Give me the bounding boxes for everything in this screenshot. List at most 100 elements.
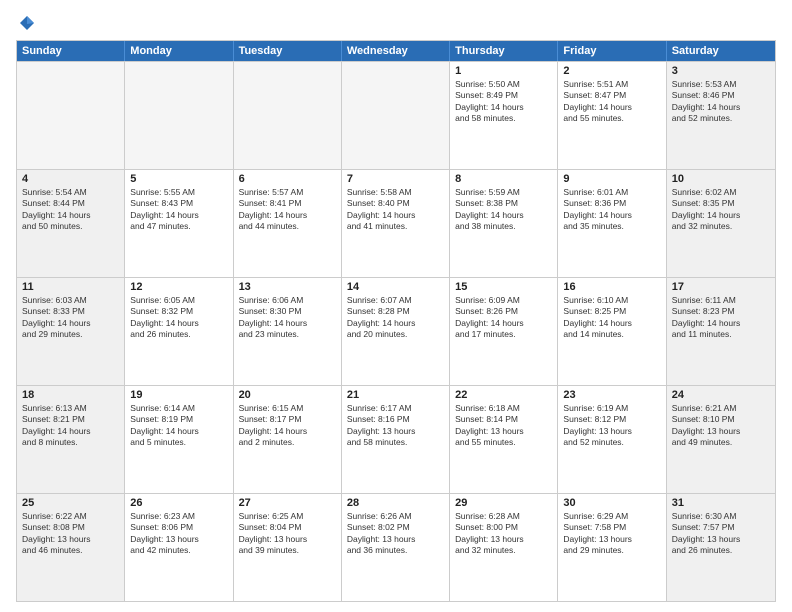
calendar-row-3: 18 Sunrise: 6:13 AM Sunset: 8:21 PM Dayli… — [17, 385, 775, 493]
calendar-cell: 9 Sunrise: 6:01 AM Sunset: 8:36 PM Daylig… — [558, 170, 666, 277]
calendar-cell: 11 Sunrise: 6:03 AM Sunset: 8:33 PM Dayli… — [17, 278, 125, 385]
cell-info: Sunrise: 6:14 AM Sunset: 8:19 PM Dayligh… — [130, 403, 227, 449]
calendar-cell: 15 Sunrise: 6:09 AM Sunset: 8:26 PM Dayli… — [450, 278, 558, 385]
cell-info: Sunrise: 6:28 AM Sunset: 8:00 PM Dayligh… — [455, 511, 552, 557]
cell-info: Sunrise: 6:11 AM Sunset: 8:23 PM Dayligh… — [672, 295, 770, 341]
calendar-cell: 16Sunrise: 6:10 AM Sunset: 8:25 PM Dayli… — [558, 278, 666, 385]
calendar-cell: 3 Sunrise: 5:53 AM Sunset: 8:46 PM Daylig… — [667, 62, 775, 169]
day-number: 18 — [22, 389, 119, 401]
day-number: 29 — [455, 497, 552, 509]
calendar-cell — [234, 62, 342, 169]
cell-info: Sunrise: 6:07 AM Sunset: 8:28 PM Dayligh… — [347, 295, 444, 341]
cell-info: Sunrise: 5:55 AM Sunset: 8:43 PM Dayligh… — [130, 187, 227, 233]
calendar-cell — [125, 62, 233, 169]
cell-info: Sunrise: 6:15 AM Sunset: 8:17 PM Dayligh… — [239, 403, 336, 449]
weekday-header-wednesday: Wednesday — [342, 41, 450, 61]
cell-info: Sunrise: 5:58 AM Sunset: 8:40 PM Dayligh… — [347, 187, 444, 233]
day-number: 20 — [239, 389, 336, 401]
calendar-cell: 14 Sunrise: 6:07 AM Sunset: 8:28 PM Dayli… — [342, 278, 450, 385]
calendar-cell — [17, 62, 125, 169]
day-number: 16 — [563, 281, 660, 293]
cell-info: Sunrise: 6:21 AM Sunset: 8:10 PM Dayligh… — [672, 403, 770, 449]
calendar-cell: 25Sunrise: 6:22 AM Sunset: 8:08 PM Dayli… — [17, 494, 125, 601]
day-number: 15 — [455, 281, 552, 293]
cell-info: Sunrise: 5:57 AM Sunset: 8:41 PM Dayligh… — [239, 187, 336, 233]
calendar-cell: 2 Sunrise: 5:51 AM Sunset: 8:47 PM Daylig… — [558, 62, 666, 169]
calendar-cell: 22 Sunrise: 6:18 AM Sunset: 8:14 PM Dayli… — [450, 386, 558, 493]
calendar-cell: 12 Sunrise: 6:05 AM Sunset: 8:32 PM Dayli… — [125, 278, 233, 385]
logo — [16, 14, 36, 32]
cell-info: Sunrise: 5:59 AM Sunset: 8:38 PM Dayligh… — [455, 187, 552, 233]
cell-info: Sunrise: 6:03 AM Sunset: 8:33 PM Dayligh… — [22, 295, 119, 341]
day-number: 24 — [672, 389, 770, 401]
day-number: 3 — [672, 65, 770, 77]
calendar-cell: 29 Sunrise: 6:28 AM Sunset: 8:00 PM Dayli… — [450, 494, 558, 601]
calendar-cell: 20 Sunrise: 6:15 AM Sunset: 8:17 PM Dayli… — [234, 386, 342, 493]
cell-info: Sunrise: 6:26 AM Sunset: 8:02 PM Dayligh… — [347, 511, 444, 557]
cell-info: Sunrise: 6:30 AM Sunset: 7:57 PM Dayligh… — [672, 511, 770, 557]
cell-info: Sunrise: 6:23 AM Sunset: 8:06 PM Dayligh… — [130, 511, 227, 557]
day-number: 11 — [22, 281, 119, 293]
calendar-cell: 21Sunrise: 6:17 AM Sunset: 8:16 PM Dayli… — [342, 386, 450, 493]
day-number: 26 — [130, 497, 227, 509]
day-number: 27 — [239, 497, 336, 509]
cell-info: Sunrise: 6:05 AM Sunset: 8:32 PM Dayligh… — [130, 295, 227, 341]
day-number: 12 — [130, 281, 227, 293]
calendar-cell: 23 Sunrise: 6:19 AM Sunset: 8:12 PM Dayli… — [558, 386, 666, 493]
cell-info: Sunrise: 5:53 AM Sunset: 8:46 PM Dayligh… — [672, 79, 770, 125]
calendar-row-4: 25Sunrise: 6:22 AM Sunset: 8:08 PM Dayli… — [17, 493, 775, 601]
cell-info: Sunrise: 5:51 AM Sunset: 8:47 PM Dayligh… — [563, 79, 660, 125]
calendar-cell: 7Sunrise: 5:58 AM Sunset: 8:40 PM Daylig… — [342, 170, 450, 277]
weekday-header-monday: Monday — [125, 41, 233, 61]
calendar-cell: 31 Sunrise: 6:30 AM Sunset: 7:57 PM Dayli… — [667, 494, 775, 601]
day-number: 28 — [347, 497, 444, 509]
day-number: 31 — [672, 497, 770, 509]
calendar-cell: 10Sunrise: 6:02 AM Sunset: 8:35 PM Dayli… — [667, 170, 775, 277]
calendar-cell: 6Sunrise: 5:57 AM Sunset: 8:41 PM Daylig… — [234, 170, 342, 277]
calendar-cell — [342, 62, 450, 169]
cell-info: Sunrise: 6:22 AM Sunset: 8:08 PM Dayligh… — [22, 511, 119, 557]
weekday-header-thursday: Thursday — [450, 41, 558, 61]
calendar-cell: 13 Sunrise: 6:06 AM Sunset: 8:30 PM Dayli… — [234, 278, 342, 385]
calendar-cell: 17 Sunrise: 6:11 AM Sunset: 8:23 PM Dayli… — [667, 278, 775, 385]
cell-info: Sunrise: 6:18 AM Sunset: 8:14 PM Dayligh… — [455, 403, 552, 449]
weekday-header-sunday: Sunday — [17, 41, 125, 61]
calendar-cell: 26 Sunrise: 6:23 AM Sunset: 8:06 PM Dayli… — [125, 494, 233, 601]
cell-info: Sunrise: 6:09 AM Sunset: 8:26 PM Dayligh… — [455, 295, 552, 341]
header — [16, 14, 776, 32]
cell-info: Sunrise: 6:19 AM Sunset: 8:12 PM Dayligh… — [563, 403, 660, 449]
calendar-cell: 24 Sunrise: 6:21 AM Sunset: 8:10 PM Dayli… — [667, 386, 775, 493]
calendar-header: SundayMondayTuesdayWednesdayThursdayFrid… — [17, 41, 775, 61]
day-number: 13 — [239, 281, 336, 293]
cell-info: Sunrise: 6:06 AM Sunset: 8:30 PM Dayligh… — [239, 295, 336, 341]
day-number: 10 — [672, 173, 770, 185]
day-number: 4 — [22, 173, 119, 185]
weekday-header-tuesday: Tuesday — [234, 41, 342, 61]
day-number: 30 — [563, 497, 660, 509]
day-number: 1 — [455, 65, 552, 77]
day-number: 19 — [130, 389, 227, 401]
day-number: 22 — [455, 389, 552, 401]
calendar-cell: 4 Sunrise: 5:54 AM Sunset: 8:44 PM Daylig… — [17, 170, 125, 277]
day-number: 17 — [672, 281, 770, 293]
cell-info: Sunrise: 6:13 AM Sunset: 8:21 PM Dayligh… — [22, 403, 119, 449]
calendar-cell: 30Sunrise: 6:29 AM Sunset: 7:58 PM Dayli… — [558, 494, 666, 601]
calendar-cell: 18 Sunrise: 6:13 AM Sunset: 8:21 PM Dayli… — [17, 386, 125, 493]
calendar-cell: 8Sunrise: 5:59 AM Sunset: 8:38 PM Daylig… — [450, 170, 558, 277]
cell-info: Sunrise: 6:01 AM Sunset: 8:36 PM Dayligh… — [563, 187, 660, 233]
calendar-row-1: 4 Sunrise: 5:54 AM Sunset: 8:44 PM Daylig… — [17, 169, 775, 277]
logo-icon — [18, 14, 36, 32]
cell-info: Sunrise: 6:25 AM Sunset: 8:04 PM Dayligh… — [239, 511, 336, 557]
calendar-cell: 19 Sunrise: 6:14 AM Sunset: 8:19 PM Dayli… — [125, 386, 233, 493]
calendar: SundayMondayTuesdayWednesdayThursdayFrid… — [16, 40, 776, 602]
day-number: 5 — [130, 173, 227, 185]
calendar-cell: 27 Sunrise: 6:25 AM Sunset: 8:04 PM Dayli… — [234, 494, 342, 601]
weekday-header-friday: Friday — [558, 41, 666, 61]
calendar-row-2: 11 Sunrise: 6:03 AM Sunset: 8:33 PM Dayli… — [17, 277, 775, 385]
day-number: 9 — [563, 173, 660, 185]
day-number: 14 — [347, 281, 444, 293]
calendar-cell: 28 Sunrise: 6:26 AM Sunset: 8:02 PM Dayli… — [342, 494, 450, 601]
day-number: 23 — [563, 389, 660, 401]
cell-info: Sunrise: 5:54 AM Sunset: 8:44 PM Dayligh… — [22, 187, 119, 233]
day-number: 2 — [563, 65, 660, 77]
